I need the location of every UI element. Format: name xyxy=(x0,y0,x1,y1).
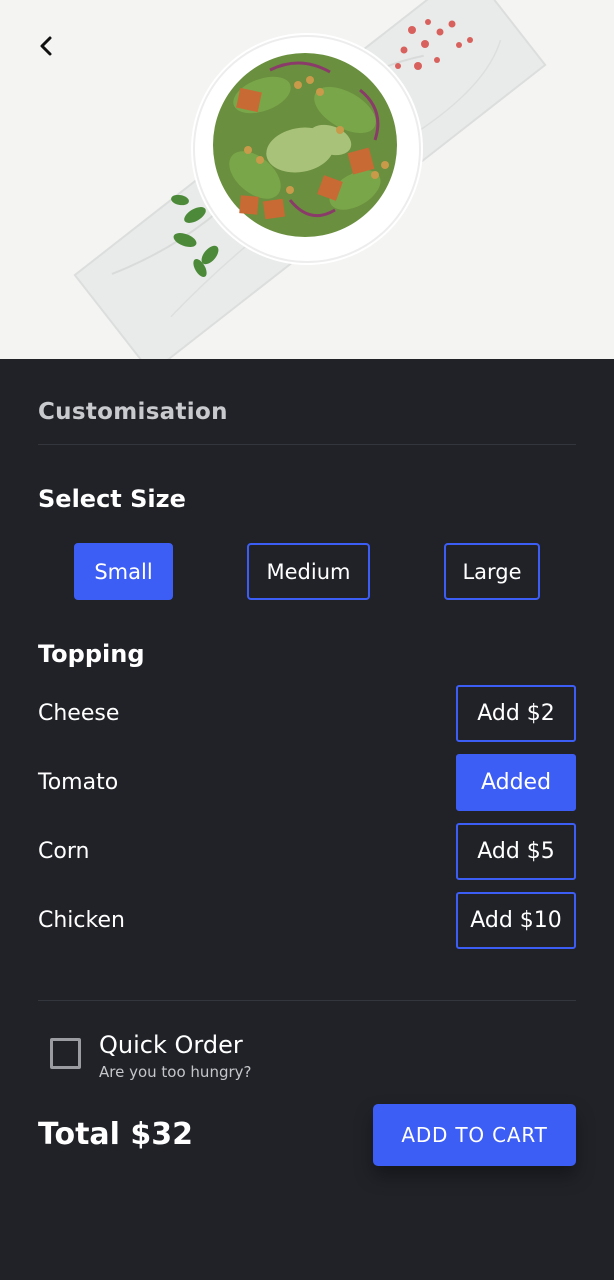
customisation-panel: Customisation Select Size Small Medium L… xyxy=(0,359,614,1280)
salad-photo xyxy=(0,0,614,359)
add-cheese-button[interactable]: Add $2 xyxy=(456,685,576,742)
topping-name: Corn xyxy=(38,839,90,864)
quick-order-option: Quick Order Are you too hungry? xyxy=(50,1031,450,1087)
topping-name: Tomato xyxy=(38,770,119,795)
size-medium-button[interactable]: Medium xyxy=(247,543,370,600)
chevron-left-icon xyxy=(38,35,54,57)
topping-row-cheese: Cheese Add $2 xyxy=(38,685,576,742)
size-large-button[interactable]: Large xyxy=(444,543,540,600)
topping-row-tomato: Tomato Added xyxy=(38,754,576,811)
topping-name: Cheese xyxy=(38,701,120,726)
divider xyxy=(38,1000,576,1001)
divider xyxy=(38,444,576,445)
quick-order-title: Quick Order xyxy=(99,1031,243,1059)
hero-image xyxy=(0,0,614,359)
add-tomato-button[interactable]: Added xyxy=(456,754,576,811)
customisation-title: Customisation xyxy=(38,399,228,425)
topping-heading: Topping xyxy=(38,640,145,668)
size-small-button[interactable]: Small xyxy=(74,543,173,600)
size-heading: Select Size xyxy=(38,485,186,513)
topping-name: Chicken xyxy=(38,908,125,933)
topping-row-chicken: Chicken Add $10 xyxy=(38,892,576,949)
add-chicken-button[interactable]: Add $10 xyxy=(456,892,576,949)
total-price: Total $32 xyxy=(38,1117,194,1152)
topping-row-corn: Corn Add $5 xyxy=(38,823,576,880)
quick-order-checkbox[interactable] xyxy=(50,1038,81,1069)
add-to-cart-button[interactable]: ADD TO CART xyxy=(373,1104,576,1166)
quick-order-subtitle: Are you too hungry? xyxy=(99,1063,252,1081)
back-button[interactable] xyxy=(30,30,62,62)
add-corn-button[interactable]: Add $5 xyxy=(456,823,576,880)
